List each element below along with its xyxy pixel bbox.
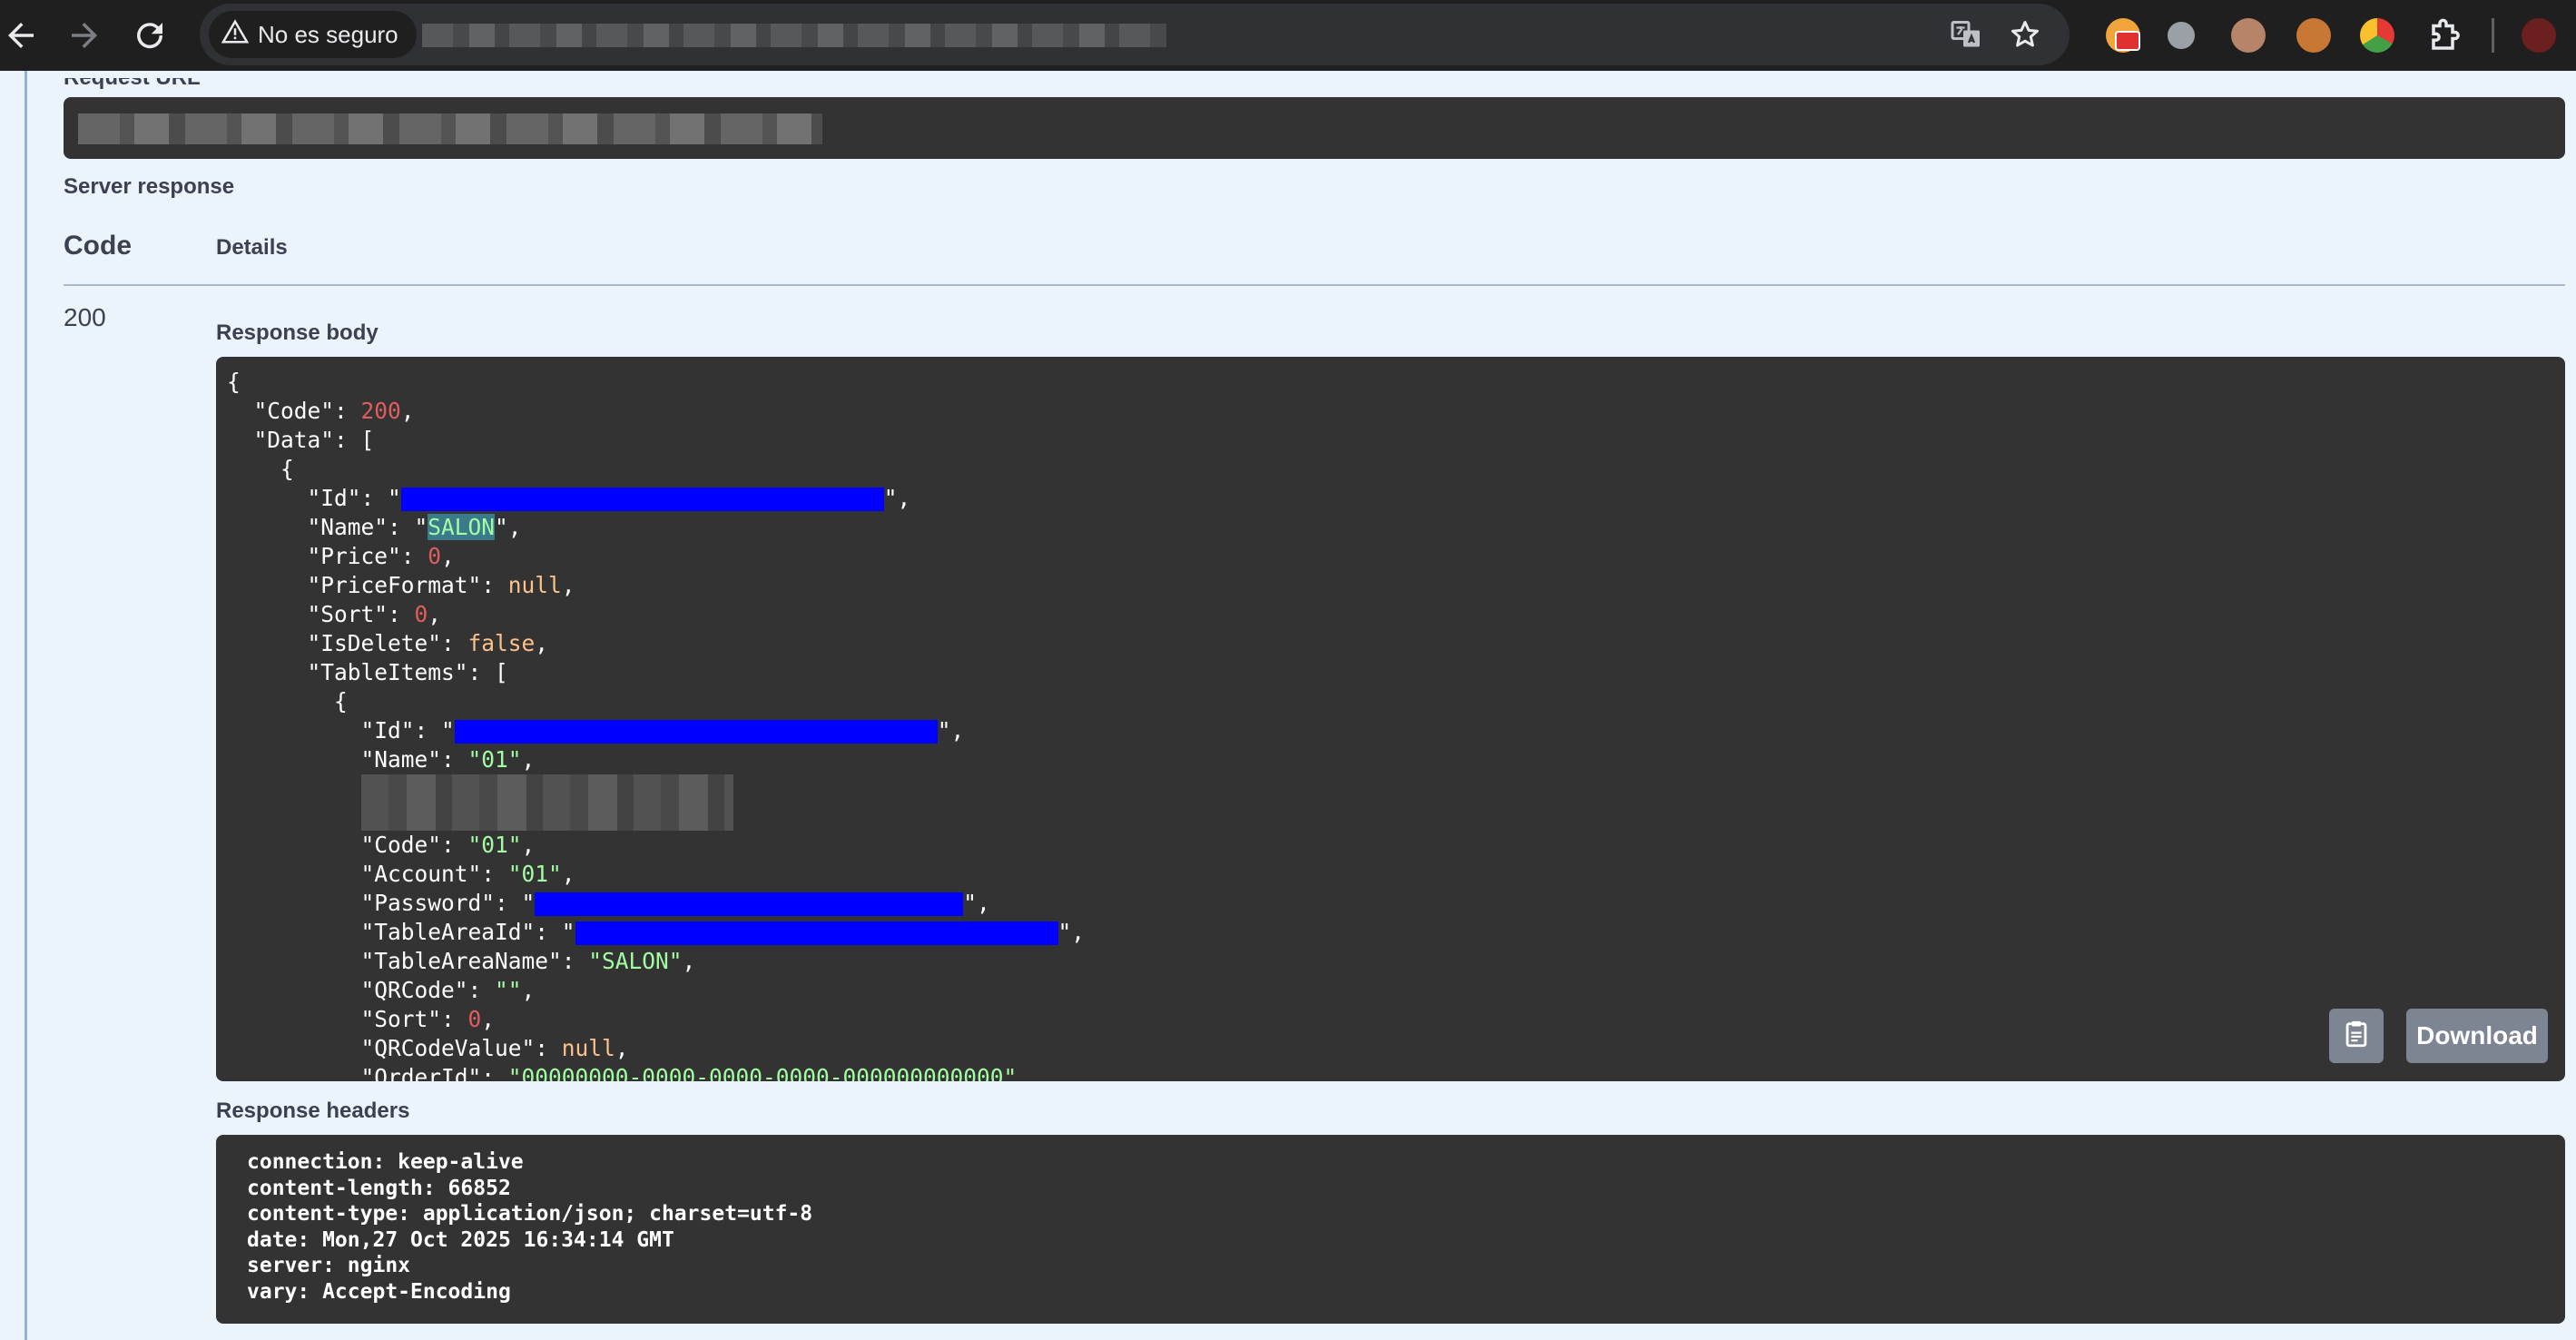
color-extension-icon[interactable] bbox=[2360, 18, 2394, 53]
header-line: server: nginx bbox=[247, 1254, 411, 1277]
swagger-response-panel: Request URL Server response Code Details… bbox=[0, 71, 2576, 1340]
details-column-header: Details bbox=[216, 235, 288, 260]
response-body-json: { "Code": 200, "Data": [ { "Id": " ", "Na… bbox=[227, 369, 1086, 1081]
response-body-label: Response body bbox=[216, 320, 379, 345]
header-line: vary: Accept-Encoding bbox=[247, 1279, 511, 1304]
reload-icon[interactable] bbox=[131, 16, 169, 54]
response-headers-label: Response headers bbox=[216, 1099, 410, 1123]
selected-text: SALON bbox=[428, 514, 496, 540]
redacted-table-area-id bbox=[575, 921, 1058, 945]
extension-icon[interactable] bbox=[2168, 22, 2195, 49]
copy-to-clipboard-button[interactable] bbox=[2329, 1009, 2384, 1063]
request-url-redacted bbox=[78, 113, 822, 144]
cookie-extension-icon[interactable] bbox=[2106, 18, 2140, 53]
code-column-header: Code bbox=[64, 231, 132, 261]
forward-arrow-icon[interactable] bbox=[65, 16, 103, 54]
server-response-heading: Server response bbox=[64, 174, 235, 199]
response-headers-text: connection: keep-alive content-length: 6… bbox=[247, 1149, 812, 1305]
operation-left-border bbox=[25, 71, 27, 1340]
download-button[interactable]: Download bbox=[2406, 1009, 2548, 1063]
header-line: content-type: application/json; charset=… bbox=[247, 1202, 813, 1226]
toolbar-separator bbox=[2492, 18, 2494, 53]
puzzle-icon[interactable] bbox=[2427, 16, 2465, 54]
warning-triangle-icon bbox=[221, 18, 250, 52]
browser-toolbar: No es seguro bbox=[0, 0, 2576, 71]
redacted-id bbox=[454, 720, 938, 744]
url-text-redacted bbox=[422, 24, 1166, 47]
security-chip[interactable]: No es seguro bbox=[209, 11, 417, 58]
security-label: No es seguro bbox=[258, 20, 398, 48]
back-arrow-icon[interactable] bbox=[2, 16, 40, 54]
header-line: connection: keep-alive bbox=[247, 1150, 524, 1174]
request-url-box bbox=[64, 97, 2565, 159]
translate-icon[interactable] bbox=[1950, 18, 1982, 51]
redacted-id bbox=[400, 488, 884, 511]
table-divider bbox=[64, 284, 2565, 286]
face-extension-icon[interactable] bbox=[2231, 18, 2266, 53]
blurred-fields bbox=[360, 774, 733, 831]
profile-avatar[interactable] bbox=[2522, 18, 2556, 53]
star-icon[interactable] bbox=[2009, 18, 2041, 51]
response-status-code: 200 bbox=[64, 303, 106, 331]
header-line: content-length: 66852 bbox=[247, 1176, 511, 1200]
header-line: date: Mon,27 Oct 2025 16:34:14 GMT bbox=[247, 1227, 674, 1252]
response-body[interactable]: { "Code": 200, "Data": [ { "Id": " ", "Na… bbox=[216, 357, 2565, 1081]
redacted-password bbox=[535, 892, 964, 916]
response-headers[interactable]: connection: keep-alive content-length: 6… bbox=[216, 1135, 2565, 1324]
clipboard-icon bbox=[2341, 1019, 2372, 1054]
address-bar[interactable]: No es seguro bbox=[200, 4, 2070, 65]
cookie-extension-icon-2[interactable] bbox=[2296, 18, 2331, 53]
